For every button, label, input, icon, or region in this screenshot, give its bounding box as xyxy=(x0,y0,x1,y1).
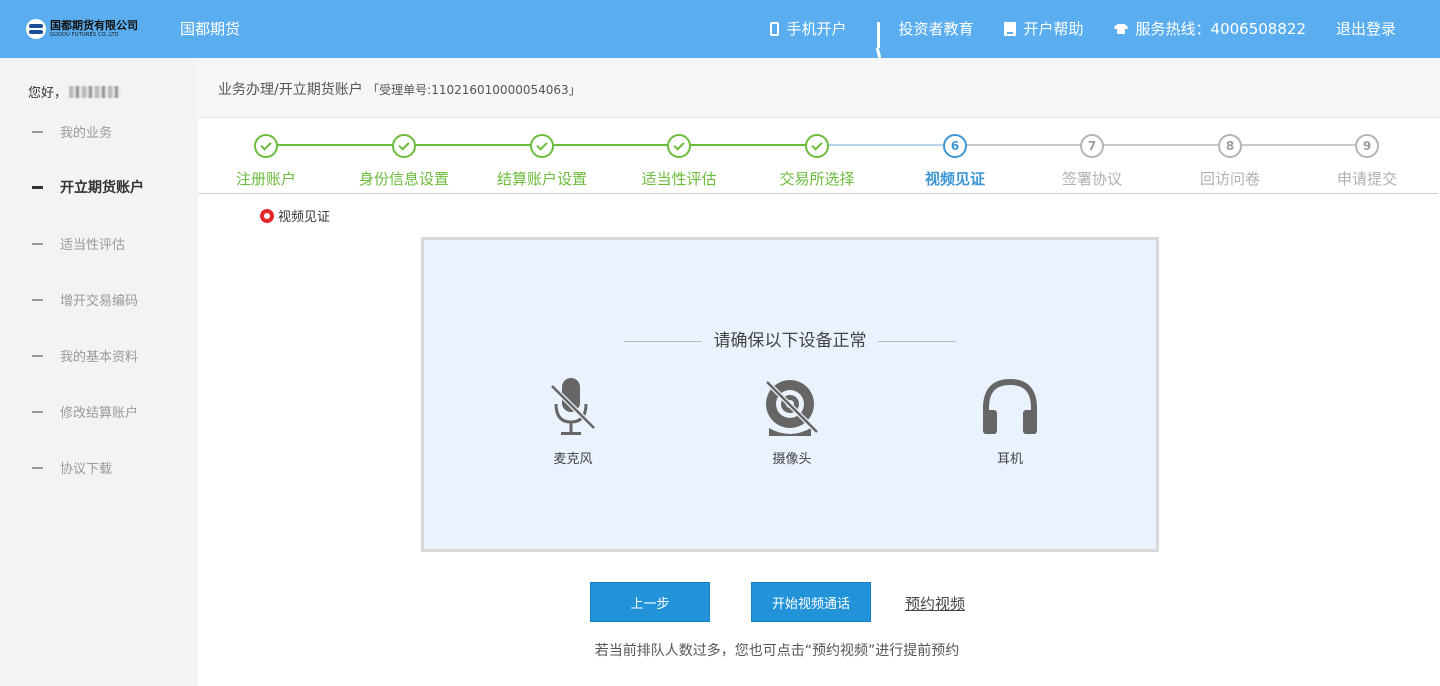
nav-open-help-label: 开户帮助 xyxy=(1023,20,1084,38)
step-questionnaire: 8 回访问卷 xyxy=(1170,134,1290,189)
phone-icon xyxy=(769,21,779,36)
section-title: 视频见证 xyxy=(260,206,330,225)
stepper-line-todo xyxy=(955,144,1367,146)
dash-icon xyxy=(32,354,43,357)
camera-off-icon xyxy=(765,380,819,436)
greeting-text: 您好， xyxy=(28,86,68,101)
reserve-video-link[interactable]: 预约视频 xyxy=(905,593,965,614)
step-check-icon xyxy=(254,134,278,158)
start-video-call-button[interactable]: 开始视频通话 xyxy=(751,582,871,622)
sidebar-item-label: 协议下载 xyxy=(60,462,113,477)
step-label: 回访问卷 xyxy=(1199,170,1260,188)
logout-link[interactable]: 退出登录 xyxy=(1336,18,1396,39)
top-header: 国都期货有限公司 GUODU FUTURES CO.,LTD 国都期货 手机开户… xyxy=(0,0,1440,59)
book-help-icon xyxy=(1003,21,1016,36)
step-label: 结算账户设置 xyxy=(496,170,587,188)
device-panel-title: 请确保以下设备正常 xyxy=(424,326,1156,351)
camera-label: 摄像头 xyxy=(772,452,812,467)
top-nav: 手机开户 投资者教育 开户帮助 服务热线：4006508822 退出登录 xyxy=(769,18,1396,59)
dash-icon xyxy=(32,242,43,245)
sidebar-item-open-futures-account[interactable]: 开立期货账户 xyxy=(32,177,144,197)
sidebar-item-modify-settlement[interactable]: 修改结算账户 xyxy=(32,402,138,421)
step-submit: 9 申请提交 xyxy=(1307,134,1427,189)
sidebar-item-agreement-download[interactable]: 协议下载 xyxy=(32,458,112,477)
progress-stepper: 注册账户 身份信息设置 结算账户设置 适当性评估 交易所选择 6 视频见证 7 … xyxy=(198,118,1438,194)
headphones-label: 耳机 xyxy=(996,452,1023,467)
step-label: 签署协议 xyxy=(1061,170,1122,188)
prev-step-button[interactable]: 上一步 xyxy=(590,582,710,622)
queue-hint: 若当前排队人数过多，您也可点击“预约视频”进行提前预约 xyxy=(594,643,960,659)
step-number: 6 xyxy=(943,134,967,158)
sidebar-item-my-business[interactable]: 我的业务 xyxy=(32,122,112,141)
company-logo[interactable]: 国都期货有限公司 GUODU FUTURES CO.,LTD xyxy=(26,17,144,41)
step-number: 7 xyxy=(1080,134,1104,158)
microphone-label: 麦克风 xyxy=(553,452,593,467)
step-check-icon xyxy=(805,134,829,158)
sidebar-item-label: 增开交易编码 xyxy=(60,294,139,309)
dash-icon xyxy=(32,466,43,469)
step-identity: 身份信息设置 xyxy=(344,134,464,189)
step-label: 视频见证 xyxy=(924,170,985,188)
divider xyxy=(624,340,703,342)
step-number: 9 xyxy=(1355,134,1379,158)
breadcrumb-path: 业务办理/开立期货账户 xyxy=(218,82,363,98)
ticket-number: 「受理单号:110216010000054063」 xyxy=(367,83,581,97)
step-sign: 7 签署协议 xyxy=(1032,134,1152,189)
breadcrumb: 业务办理/开立期货账户 「受理单号:110216010000054063」 xyxy=(218,79,581,99)
dash-icon xyxy=(32,185,43,189)
logo-text-en: GUODU FUTURES CO.,LTD xyxy=(50,32,119,38)
step-check-icon xyxy=(530,134,554,158)
step-settlement: 结算账户设置 xyxy=(482,134,602,189)
step-label: 身份信息设置 xyxy=(358,170,449,188)
device-headphones: 耳机 xyxy=(960,378,1060,467)
step-label: 适当性评估 xyxy=(641,170,717,188)
dash-icon xyxy=(32,130,43,133)
device-microphone: 麦克风 xyxy=(523,378,623,467)
logo-mark-icon xyxy=(26,19,46,39)
step-label: 申请提交 xyxy=(1336,170,1397,188)
device-check-panel: 请确保以下设备正常 麦克风 摄像头 耳机 xyxy=(421,237,1159,552)
sidebar-item-add-trading-code[interactable]: 增开交易编码 xyxy=(32,290,138,309)
sidebar-item-suitability[interactable]: 适当性评估 xyxy=(32,234,125,253)
nav-investor-education[interactable]: 投资者教育 xyxy=(875,18,974,59)
nav-hotline: 服务热线：4006508822 xyxy=(1113,18,1306,39)
step-label: 注册账户 xyxy=(235,170,296,188)
sidebar-item-label: 我的基本资料 xyxy=(60,350,139,365)
device-panel-title-text: 请确保以下设备正常 xyxy=(713,331,867,351)
dash-icon xyxy=(32,298,43,301)
sidebar-item-label: 修改结算账户 xyxy=(60,406,139,421)
divider xyxy=(877,340,956,342)
brand-name[interactable]: 国都期货 xyxy=(180,18,240,39)
username-blurred xyxy=(69,85,122,98)
headphones-icon xyxy=(983,378,1037,434)
sidebar: 您好， 我的业务 开立期货账户 适当性评估 增开交易编码 我的基本资料 修改结算… xyxy=(0,58,198,686)
sidebar-item-basic-info[interactable]: 我的基本资料 xyxy=(32,346,138,365)
step-check-icon xyxy=(392,134,416,158)
nav-investor-education-label: 投资者教育 xyxy=(898,20,974,38)
step-exchange: 交易所选择 xyxy=(757,134,877,189)
nav-open-help[interactable]: 开户帮助 xyxy=(1003,18,1084,39)
step-label: 交易所选择 xyxy=(779,170,855,188)
dash-icon xyxy=(32,410,43,413)
section-title-text: 视频见证 xyxy=(278,210,331,225)
breadcrumb-bar: 业务办理/开立期货账户 「受理单号:110216010000054063」 xyxy=(198,58,1440,118)
step-register: 注册账户 xyxy=(206,134,326,189)
telephone-icon xyxy=(1113,23,1128,34)
step-number: 8 xyxy=(1218,134,1242,158)
hotline-text: 服务热线：4006508822 xyxy=(1135,20,1306,38)
device-camera: 摄像头 xyxy=(742,378,842,467)
step-check-icon xyxy=(667,134,691,158)
sidebar-item-label: 适当性评估 xyxy=(60,238,126,253)
user-greeting: 您好， xyxy=(28,82,122,101)
nav-mobile-open[interactable]: 手机开户 xyxy=(769,18,847,39)
microphone-off-icon xyxy=(550,378,596,435)
step-video: 6 视频见证 xyxy=(895,134,1015,189)
books-icon xyxy=(875,22,891,59)
sidebar-item-label: 开立期货账户 xyxy=(60,180,144,196)
nav-mobile-open-label: 手机开户 xyxy=(786,20,847,38)
sidebar-item-label: 我的业务 xyxy=(60,126,113,141)
logo-text-cn: 国都期货有限公司 xyxy=(50,19,138,32)
step-suitability: 适当性评估 xyxy=(619,134,739,189)
record-icon xyxy=(260,208,274,223)
